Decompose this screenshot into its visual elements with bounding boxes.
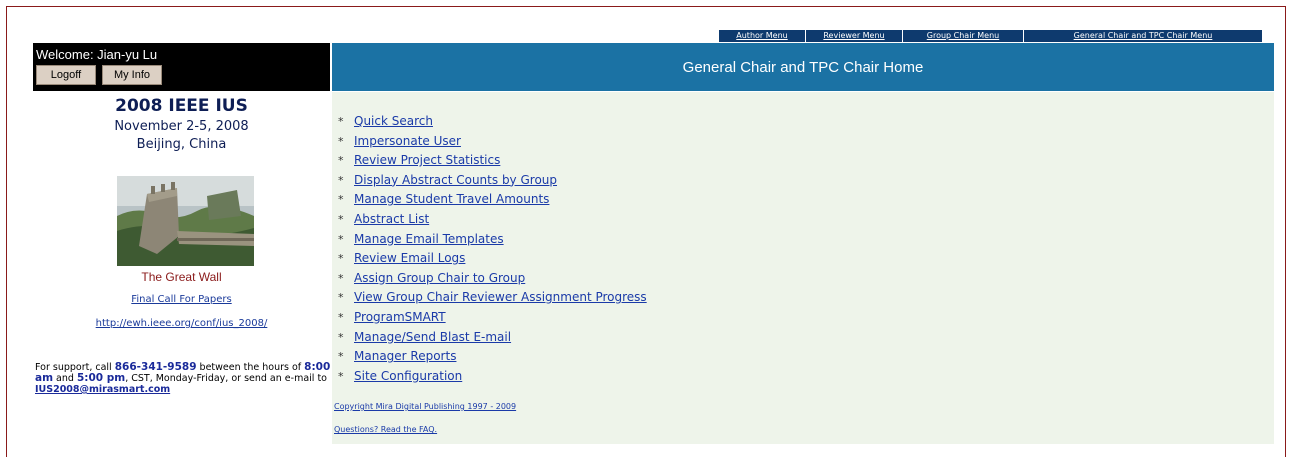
photo-caption: The Great Wall [141,270,222,284]
menu-item: * View Group Chair Reviewer Assignment Pr… [338,288,647,308]
sidebar: 2008 IEEE IUS November 2-5, 2008 Beijing… [33,92,330,395]
support-end-time: 5:00 pm [76,372,126,384]
menu-item: * Site Configuration [338,367,647,387]
great-wall-photo [117,176,254,266]
menu-item: * Manage/Send Blast E-mail [338,328,647,348]
bullet-icon: * [338,369,344,383]
bullet-icon: * [338,232,344,246]
menu-item-link[interactable]: Review Project Statistics [354,153,500,167]
bullet-icon: * [338,154,344,168]
page-title: General Chair and TPC Chair Home [332,43,1274,91]
support-phone: 866-341-9589 [114,361,197,373]
menu-item-link[interactable]: ProgramSMART [354,310,446,324]
menu-item: * Manage Email Templates [338,230,647,250]
bullet-icon: * [338,115,344,128]
conference-location: Beijing, China [136,137,227,152]
bullet-icon: * [338,271,344,285]
menu-item-link[interactable]: Manage Email Templates [354,232,504,246]
menu-item-link[interactable]: Impersonate User [354,134,461,148]
menu-item: * Display Abstract Counts by Group [338,171,647,191]
final-call-link[interactable]: Final Call For Papers [33,294,330,305]
faq-link[interactable]: Questions? Read the FAQ. [334,425,437,434]
top-menu: Author Menu Reviewer Menu Group Chair Me… [718,30,1262,42]
support-text: between the hours of [196,362,305,373]
bullet-icon: * [338,173,344,187]
admin-menu-list: * Quick Search * Impersonate User * Review Pr… [338,112,647,386]
menu-item-link[interactable]: Quick Search [354,114,433,128]
menu-item: * Assign Group Chair to Group [338,269,647,289]
welcome-text: Welcome: Jian-yu Lu [36,47,158,62]
bullet-icon: * [338,212,344,226]
support-text: and [53,373,77,384]
menu-item-link[interactable]: Assign Group Chair to Group [354,271,525,285]
menu-item: * Review Email Logs [338,249,647,269]
general-chair-menu-link[interactable]: General Chair and TPC Chair Menu [1023,30,1262,42]
conference-dates: November 2-5, 2008 [114,119,249,134]
menu-item: * Review Project Statistics [338,151,647,171]
conference-title: 2008 IEEE IUS [115,96,248,116]
menu-item-link[interactable]: Manage Student Travel Amounts [354,192,549,206]
bullet-icon: * [338,291,344,305]
support-email-link[interactable]: IUS2008@mirasmart.com [35,384,170,395]
bullet-icon: * [338,193,344,207]
menu-item-link[interactable]: Abstract List [354,212,429,226]
group-chair-menu-link[interactable]: Group Chair Menu [902,30,1023,42]
support-text: , CST, Monday-Friday, or send an e-mail … [125,373,327,384]
bullet-icon: * [338,134,344,148]
bullet-icon: * [338,350,344,364]
menu-item-link[interactable]: Manager Reports [354,349,456,363]
main-content: * Quick Search * Impersonate User * Review Pr… [332,92,1274,444]
bullet-icon: * [338,252,344,266]
copyright-link[interactable]: Copyright Mira Digital Publishing 1997 -… [334,402,516,411]
menu-item-link[interactable]: Display Abstract Counts by Group [354,173,557,187]
menu-item: * Quick Search [338,112,647,132]
menu-item-link[interactable]: Site Configuration [354,369,462,383]
bullet-icon: * [338,330,344,344]
menu-item: * Manager Reports [338,347,647,367]
logoff-button[interactable]: Logoff [36,65,96,85]
menu-item-link[interactable]: View Group Chair Reviewer Assignment Pro… [354,290,647,304]
welcome-panel: Welcome: Jian-yu Lu Logoff My Info [33,43,330,91]
reviewer-menu-link[interactable]: Reviewer Menu [805,30,902,42]
menu-item: * Manage Student Travel Amounts [338,190,647,210]
menu-item-link[interactable]: Manage/Send Blast E-mail [354,330,511,344]
my-info-button[interactable]: My Info [102,65,162,85]
menu-item: * Impersonate User [338,132,647,152]
menu-item: * ProgramSMART [338,308,647,328]
menu-item: * Abstract List [338,210,647,230]
author-menu-link[interactable]: Author Menu [718,30,805,42]
support-info: For support, call 866-341-9589 between t… [35,361,332,396]
conference-url-link[interactable]: http://ewh.ieee.org/conf/ius_2008/ [33,318,330,329]
bullet-icon: * [338,310,344,324]
menu-item-link[interactable]: Review Email Logs [354,251,465,265]
